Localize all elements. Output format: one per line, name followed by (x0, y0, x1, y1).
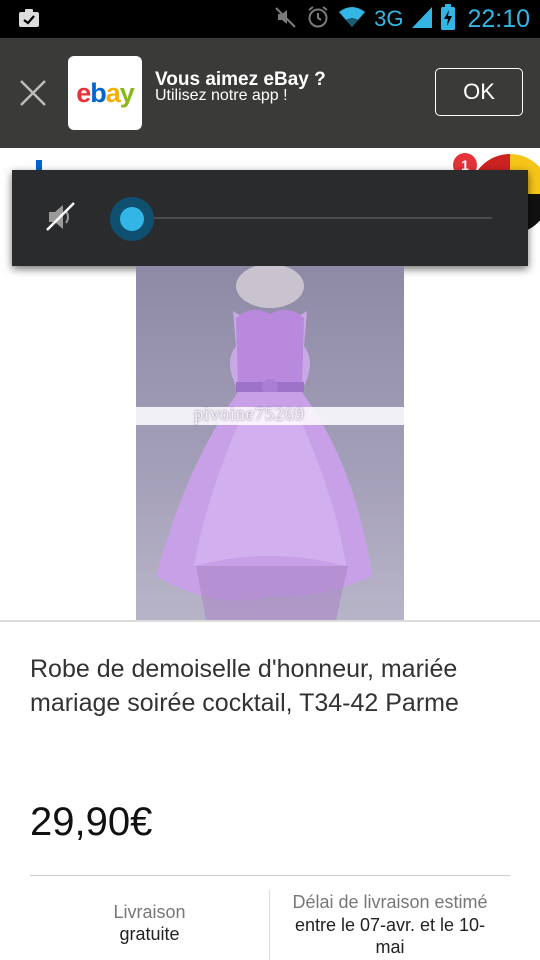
image-watermark: pivoine75269 (194, 404, 305, 425)
dress-illustration (156, 266, 372, 620)
volume-overlay (12, 170, 528, 266)
product-price: 29,90€ (30, 800, 153, 844)
app-install-banner: ebay Vous aimez eBay ? Utilisez notre ap… (0, 38, 540, 148)
mute-icon (274, 5, 298, 34)
details-divider (30, 875, 510, 876)
ok-button[interactable]: OK (435, 68, 523, 116)
wifi-icon (338, 5, 366, 34)
ebay-logo-a: a (105, 77, 121, 108)
banner-subtitle: Utilisez notre app ! (155, 87, 288, 104)
volume-slider-knob[interactable] (110, 197, 154, 241)
ebay-app-logo: ebay (68, 56, 142, 130)
delivery-value: entre le 07-avr. et le 10-mai (294, 915, 486, 957)
status-bar: 3G 22:10 (0, 0, 540, 38)
ebay-logo-y: y (119, 77, 135, 108)
volume-slider-knob-center (120, 207, 144, 231)
volume-slider-track[interactable] (142, 217, 492, 219)
network-type-label: 3G (374, 6, 404, 31)
shipping-value: gratuite (119, 924, 180, 944)
delivery-label: Délai de livraison estimé (292, 892, 488, 912)
clipboard-check-icon (18, 8, 40, 33)
ebay-logo-b: b (90, 77, 106, 108)
alarm-icon (306, 5, 330, 34)
image-divider (0, 620, 540, 622)
clock: 22:10 (467, 4, 530, 33)
ebay-logo-e: e (76, 77, 91, 108)
signal-icon (411, 5, 433, 34)
close-icon[interactable] (18, 78, 48, 108)
battery-charging-icon (441, 3, 456, 35)
speaker-muted-icon[interactable] (44, 200, 78, 239)
column-separator (269, 890, 270, 960)
product-title: Robe de demoiselle d'honneur, mariée mar… (30, 655, 459, 717)
product-image[interactable]: pivoine75269 (136, 266, 404, 620)
shipping-label: Livraison (113, 902, 186, 922)
